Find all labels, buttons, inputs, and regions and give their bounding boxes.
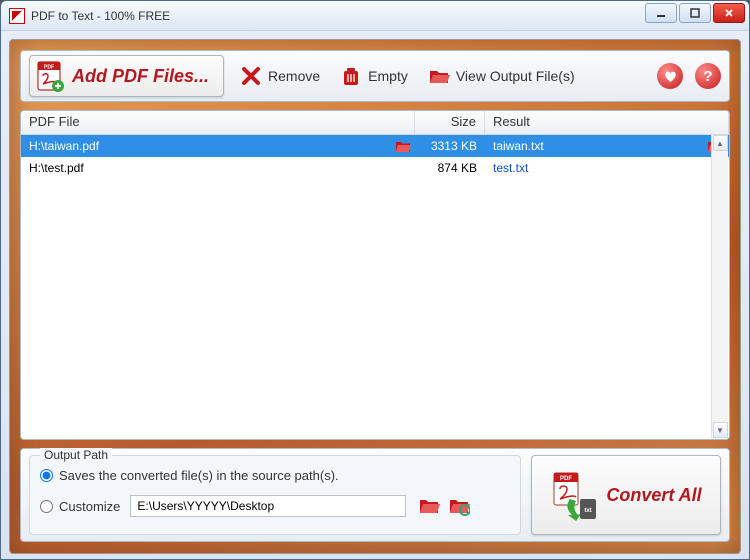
content-frame: PDF Add PDF Files... Remove (9, 39, 741, 554)
convert-all-button[interactable]: PDF txt Convert All (531, 455, 721, 535)
view-output-label: View Output File(s) (456, 68, 575, 84)
add-pdf-files-label: Add PDF Files... (72, 66, 209, 87)
view-output-button[interactable]: View Output File(s) (424, 61, 579, 91)
titlebar[interactable]: PDF to Text - 100% FREE (1, 1, 749, 31)
svg-text:PDF: PDF (560, 476, 572, 482)
pdf-document-icon: PDF (36, 60, 66, 92)
column-header-result[interactable]: Result (485, 111, 729, 134)
folder-icon[interactable] (395, 139, 411, 153)
browse-folder-icon[interactable] (418, 496, 440, 516)
app-window: PDF to Text - 100% FREE PDF (0, 0, 750, 560)
save-in-source-radio[interactable] (40, 469, 53, 482)
maximize-icon (689, 7, 701, 19)
window-title: PDF to Text - 100% FREE (31, 9, 170, 23)
minimize-button[interactable] (645, 3, 677, 23)
folder-open-icon (428, 65, 450, 87)
app-icon (9, 8, 25, 24)
file-list-header: PDF File Size Result (21, 111, 729, 135)
toolbar: PDF Add PDF Files... Remove (20, 50, 730, 102)
file-path: H:\taiwan.pdf (29, 139, 99, 153)
svg-text:txt: txt (585, 508, 592, 514)
output-path-group: Output Path Saves the converted file(s) … (29, 455, 521, 535)
save-in-source-label: Saves the converted file(s) in the sourc… (59, 468, 339, 483)
favorite-button[interactable] (657, 63, 683, 89)
bottom-pane: Output Path Saves the converted file(s) … (20, 448, 730, 542)
file-row[interactable]: H:\test.pdf 874 KB test.txt (21, 157, 729, 179)
customize-option[interactable]: Customize (40, 495, 510, 517)
maximize-button[interactable] (679, 3, 711, 23)
open-folder-icon[interactable] (448, 496, 470, 516)
scroll-down-arrow-icon[interactable]: ▼ (713, 422, 728, 438)
column-header-size[interactable]: Size (415, 111, 485, 134)
file-result: test.txt (493, 161, 528, 175)
svg-text:PDF: PDF (44, 65, 54, 71)
vertical-scrollbar[interactable]: ▲ ▼ (711, 135, 728, 438)
question-icon: ? (703, 68, 712, 85)
file-size: 3313 KB (415, 139, 485, 153)
close-button[interactable] (713, 3, 745, 23)
add-pdf-files-button[interactable]: PDF Add PDF Files... (29, 55, 224, 97)
output-path-legend: Output Path (40, 448, 112, 462)
file-result: taiwan.txt (493, 139, 544, 153)
customize-label: Customize (59, 499, 120, 514)
heart-icon (663, 69, 678, 84)
empty-label: Empty (368, 68, 408, 84)
customize-radio[interactable] (40, 500, 53, 513)
column-header-file[interactable]: PDF File (21, 111, 415, 134)
custom-path-input[interactable] (130, 495, 406, 517)
convert-all-label: Convert All (606, 485, 701, 506)
file-row[interactable]: H:\taiwan.pdf 3313 KB taiwan.txt (21, 135, 729, 157)
scroll-up-arrow-icon[interactable]: ▲ (713, 135, 728, 151)
save-in-source-option[interactable]: Saves the converted file(s) in the sourc… (40, 468, 510, 483)
remove-button[interactable]: Remove (236, 61, 324, 91)
file-list-pane: PDF File Size Result H:\taiwan.pdf 3313 … (20, 110, 730, 440)
window-controls (645, 3, 745, 23)
remove-label: Remove (268, 68, 320, 84)
file-path: H:\test.pdf (29, 161, 84, 175)
empty-trash-icon (340, 65, 362, 87)
file-size: 874 KB (415, 161, 485, 175)
help-button[interactable]: ? (695, 63, 721, 89)
close-icon (723, 7, 735, 19)
empty-button[interactable]: Empty (336, 61, 412, 91)
minimize-icon (655, 7, 667, 19)
remove-x-icon (240, 65, 262, 87)
convert-icon: PDF txt (550, 469, 598, 521)
